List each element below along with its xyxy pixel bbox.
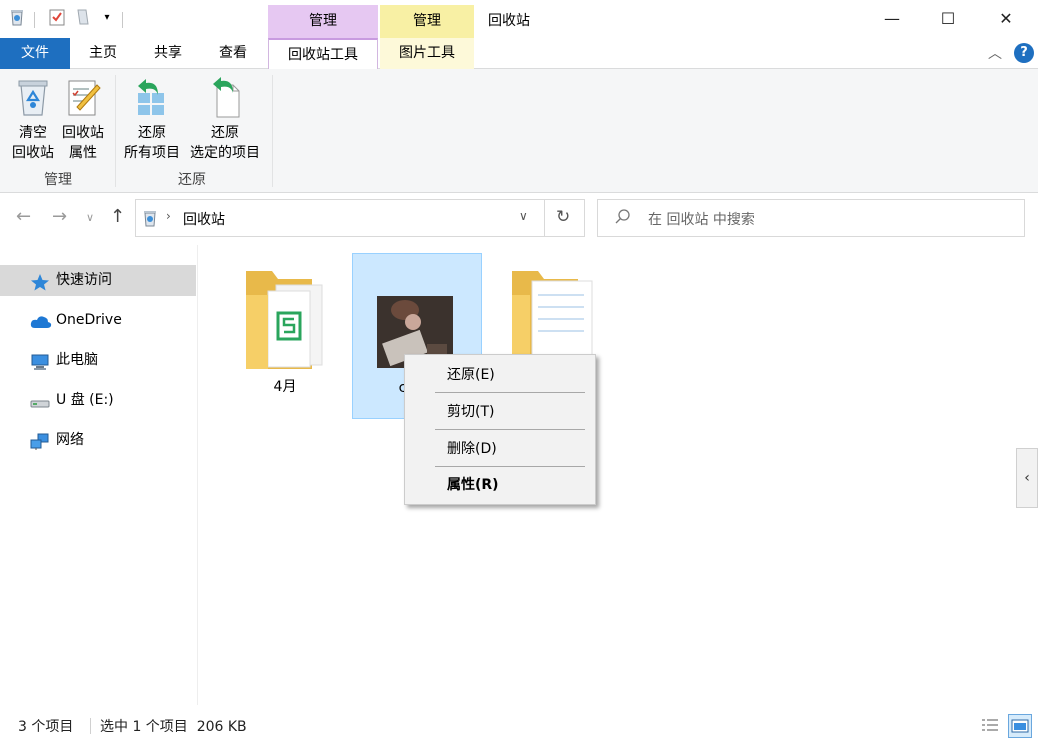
empty-label-line2: 回收站	[12, 145, 54, 161]
address-divider	[544, 200, 545, 236]
tab-view[interactable]: 查看	[204, 38, 262, 69]
ribbon-group-separator	[115, 75, 116, 187]
restore-selected-label-line2: 选定的项目	[190, 145, 260, 161]
file-item-folder[interactable]: 4月	[220, 253, 350, 419]
recycle-bin-properties-button[interactable]: 回收站 属性	[58, 75, 108, 163]
status-item-count: 3 个项目	[18, 719, 74, 735]
nav-item-usb-drive[interactable]: U 盘 (E:)	[0, 385, 196, 416]
large-icons-view-icon[interactable]	[1008, 714, 1032, 738]
restore-all-label-line1: 还原	[138, 125, 166, 141]
quick-access-separator-2	[122, 12, 123, 28]
context-menu-delete[interactable]: 删除(D)	[405, 435, 595, 463]
maximize-button[interactable]: ☐	[920, 0, 976, 38]
nav-label-onedrive: OneDrive	[56, 312, 122, 328]
forward-arrow-icon[interactable]: →	[52, 206, 67, 227]
contextual-tab-group-picture: 管理	[380, 5, 474, 38]
properties-check-icon[interactable]	[48, 8, 66, 28]
properties-sheet-icon	[63, 75, 103, 119]
up-arrow-icon[interactable]: ↑	[110, 206, 125, 227]
breadcrumb-chevron-icon[interactable]: ›	[166, 209, 171, 223]
star-icon	[30, 272, 50, 291]
quick-access-separator	[34, 12, 35, 28]
ribbon-group-manage-label: 管理	[44, 172, 72, 188]
props-label-line1: 回收站	[62, 125, 104, 141]
restore-all-icon	[132, 75, 172, 119]
recycle-bin-icon	[13, 75, 53, 119]
new-folder-icon[interactable]	[74, 8, 92, 28]
context-menu-separator	[435, 466, 585, 467]
restore-selected-icon	[205, 75, 245, 119]
close-button[interactable]: ✕	[978, 0, 1034, 38]
back-arrow-icon[interactable]: ←	[16, 206, 31, 227]
usb-drive-icon	[30, 392, 50, 410]
address-bar[interactable]: › 回收站 ∨ ↻	[135, 199, 585, 237]
restore-selected-items-button[interactable]: 还原 选定的项目	[186, 75, 264, 163]
file-name: 4月	[273, 379, 297, 395]
props-label-line2: 属性	[69, 145, 97, 161]
recycle-bin-small-icon[interactable]	[8, 8, 26, 28]
title-bar: ▾ 管理 管理 回收站 — ☐ ✕	[0, 0, 1038, 38]
collapse-pane-chevron-icon[interactable]: ‹	[1016, 448, 1038, 508]
restore-selected-label-line1: 还原	[211, 125, 239, 141]
network-icon	[30, 432, 50, 450]
search-box[interactable]: 在 回收站 中搜索	[597, 199, 1025, 237]
ribbon-group-separator-2	[272, 75, 273, 187]
context-menu: 还原(E) 剪切(T) 删除(D) 属性(R)	[404, 354, 596, 505]
folder-icon	[242, 265, 332, 375]
nav-item-network[interactable]: 网络	[0, 425, 196, 456]
cloud-icon	[30, 312, 52, 330]
tab-file[interactable]: 文件	[0, 38, 70, 69]
details-view-icon[interactable]	[980, 716, 1000, 736]
computer-icon	[30, 352, 50, 370]
ribbon-tab-strip: 文件 主页 共享 查看 回收站工具 图片工具 ︿ ?	[0, 38, 1038, 70]
tab-share[interactable]: 共享	[140, 38, 196, 69]
context-menu-cut[interactable]: 剪切(T)	[405, 398, 595, 426]
collapse-ribbon-chevron-icon[interactable]: ︿	[988, 43, 1002, 63]
recent-locations-chevron-icon[interactable]: ∨	[86, 211, 94, 224]
empty-recycle-bin-button[interactable]: 清空 回收站	[8, 75, 58, 163]
nav-label-network: 网络	[56, 432, 84, 448]
ribbon-group-restore-label: 还原	[178, 172, 206, 188]
contextual-tab-group-recycle: 管理	[268, 5, 378, 38]
nav-item-quick-access[interactable]: 快速访问	[0, 265, 196, 296]
restore-all-items-button[interactable]: 还原 所有项目	[120, 75, 184, 163]
breadcrumb-recycle-bin[interactable]: 回收站	[183, 209, 225, 229]
explorer-window: ▾ 管理 管理 回收站 — ☐ ✕ 文件 主页 共享 查看 回收站工具 图片工具…	[0, 0, 1038, 742]
empty-label-line1: 清空	[19, 125, 47, 141]
tab-recycle-bin-tools[interactable]: 回收站工具	[268, 38, 378, 70]
window-title: 回收站	[488, 13, 530, 29]
nav-label-this-pc: 此电脑	[56, 352, 98, 368]
nav-label-quick-access: 快速访问	[56, 272, 112, 288]
ribbon-panel: 清空 回收站 回收站 属性 管理 还原 所有项目 还原 选定的项目 还原	[0, 69, 1038, 193]
context-menu-properties[interactable]: 属性(R)	[405, 471, 595, 499]
help-icon[interactable]: ?	[1014, 43, 1034, 63]
search-icon	[614, 208, 632, 226]
tab-home[interactable]: 主页	[74, 38, 132, 69]
nav-item-this-pc[interactable]: 此电脑	[0, 345, 196, 376]
context-menu-separator	[435, 429, 585, 430]
customize-toolbar-chevron-icon[interactable]: ▾	[98, 8, 116, 28]
minimize-button[interactable]: —	[864, 0, 920, 38]
nav-label-usb-drive: U 盘 (E:)	[56, 392, 114, 408]
context-menu-restore[interactable]: 还原(E)	[405, 361, 595, 389]
address-history-chevron-icon[interactable]: ∨	[519, 209, 528, 223]
restore-all-label-line2: 所有项目	[124, 145, 180, 161]
recycle-bin-location-icon	[142, 209, 158, 227]
navigation-pane: 快速访问 OneDrive 此电脑 U 盘 (E:) 网络	[0, 245, 198, 705]
tab-picture-tools[interactable]: 图片工具	[380, 38, 474, 69]
status-separator	[90, 718, 91, 734]
nav-item-onedrive[interactable]: OneDrive	[0, 305, 196, 336]
refresh-icon[interactable]: ↻	[556, 207, 570, 227]
search-placeholder: 在 回收站 中搜索	[648, 212, 755, 228]
status-selection: 选中 1 个项目 206 KB	[100, 719, 247, 735]
context-menu-separator	[435, 392, 585, 393]
